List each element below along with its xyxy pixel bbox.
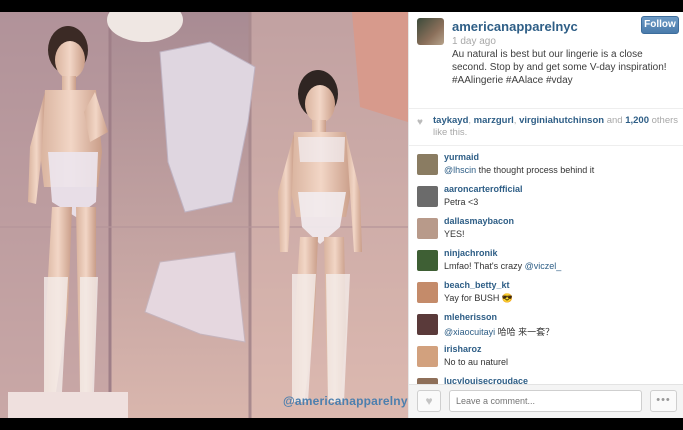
avatar[interactable] [417,186,438,207]
comment-username[interactable]: aaroncarterofficial [444,184,523,194]
mannequins-illustration [0,12,408,418]
comment-text: Yay for BUSH 😎 [444,293,513,304]
comment-mention[interactable]: @xiaocuitayi [444,327,495,337]
comment-item: ninjachronik Lmfao! That's crazy @viczel_ [409,244,683,276]
likes-text: taykayd, marzgurl, virginiahutchinson an… [433,115,679,138]
comment-body: No to au naturel [444,357,509,367]
like-user-link[interactable]: virginiahutchinson [519,115,604,126]
comment-list[interactable]: yurmaid @lhscin the thought process behin… [409,148,683,396]
avatar[interactable] [417,218,438,239]
photo-watermark: @americanapparelnyc [283,394,408,408]
avatar[interactable] [417,250,438,271]
follow-button[interactable]: Follow [641,16,679,34]
post-timestamp[interactable]: 1 day ago [452,36,496,47]
comment-username[interactable]: irisharoz [444,344,482,354]
comment-text: Petra <3 [444,197,478,207]
avatar[interactable] [417,18,444,45]
comment-text: No to au naturel [444,357,508,367]
avatar[interactable] [417,314,438,335]
post-username[interactable]: americanapparelnyc [452,19,578,34]
comment-body: Petra <3 [444,197,479,207]
comment-item: mleherisson @xiaocuitayi 哈哈 来一套？ [409,308,683,340]
like-button[interactable]: ♥ [417,390,441,412]
comment-item: dallasmaybacon YES! [409,212,683,244]
avatar[interactable] [417,154,438,175]
likes-summary: ♥ taykayd, marzgurl, virginiahutchinson … [409,108,683,146]
more-options-button[interactable]: ••• [650,390,677,412]
comment-footer: ♥ ••• [409,384,683,418]
like-user-link[interactable]: marzgurl [474,115,514,126]
heart-icon: ♥ [417,117,423,128]
post-details-panel: americanapparelnyc Follow 1 day ago Au n… [408,12,683,418]
comment-username[interactable]: beach_betty_kt [444,280,510,290]
comment-mention[interactable]: @lhscin [444,165,476,175]
comment-body: Lmfao! That's crazy [444,261,525,271]
comment-text: @xiaocuitayi 哈哈 来一套？ [444,325,554,338]
post-caption: Au natural is best but our lingerie is a… [452,49,667,86]
comment-body: YES! [444,229,465,239]
comment-text: @lhscin the thought process behind it [444,165,594,175]
comment-item: aaroncarterofficial Petra <3 [409,180,683,212]
comment-item: irisharoz No to au naturel [409,340,683,372]
like-user-link[interactable]: taykayd [433,115,468,126]
post-header: americanapparelnyc Follow 1 day ago Au n… [409,12,683,108]
comment-text: Lmfao! That's crazy @viczel_ [444,261,561,271]
comment-item: beach_betty_kt Yay for BUSH 😎 [409,276,683,308]
comment-mention[interactable]: @viczel_ [525,261,562,271]
comment-body: 哈哈 来一套？ [495,327,555,337]
heart-icon: ♥ [425,394,433,408]
comment-input[interactable] [449,390,642,412]
avatar[interactable] [417,282,438,303]
comment-username[interactable]: yurmaid [444,152,479,162]
comment-username[interactable]: dallasmaybacon [444,216,514,226]
avatar[interactable] [417,346,438,367]
comment-body: Yay for BUSH 😎 [444,293,514,303]
comment-body: the thought process behind it [476,165,595,175]
comment-username[interactable]: mleherisson [444,312,497,322]
comment-username[interactable]: ninjachronik [444,248,498,258]
comment-item: yurmaid @lhscin the thought process behin… [409,148,683,180]
instagram-post-window: @americanapparelnyc americanapparelnyc F… [0,12,683,418]
likes-count[interactable]: 1,200 [625,115,649,126]
likes-and: and [606,115,623,126]
comment-text: YES! [444,229,465,239]
post-photo[interactable]: @americanapparelnyc [0,12,408,418]
